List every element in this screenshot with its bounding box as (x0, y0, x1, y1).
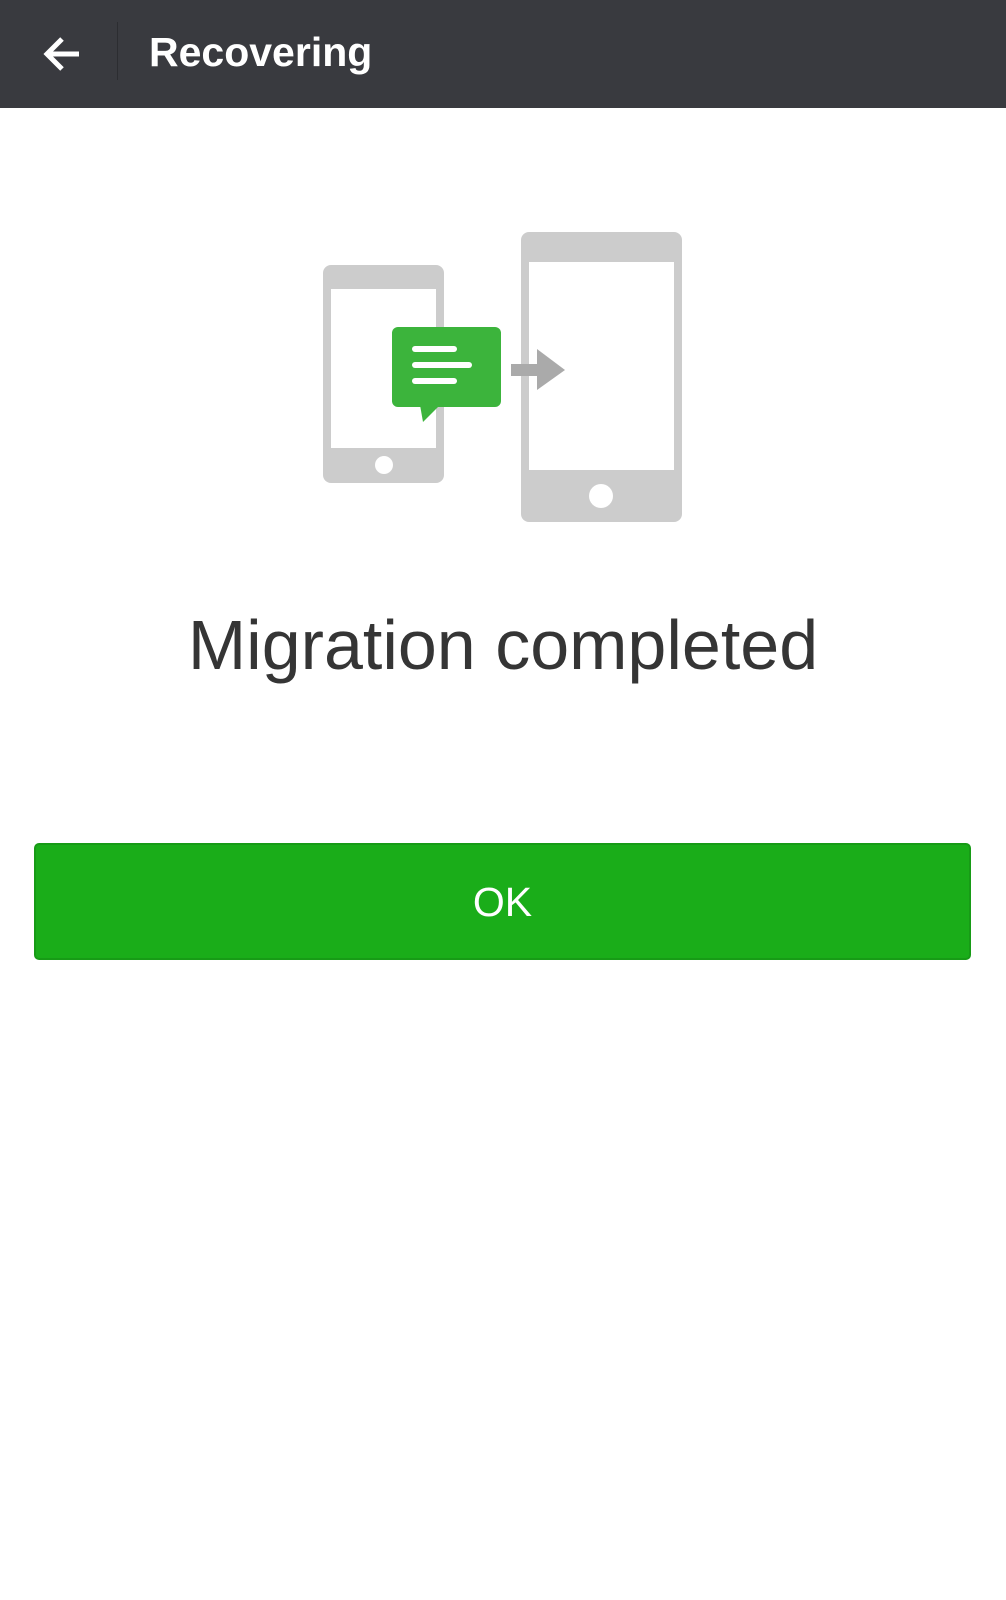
migration-illustration (323, 232, 682, 522)
topbar-divider (117, 22, 118, 80)
top-bar: Recovering (0, 0, 1006, 108)
app-screen: Recovering Migration completed OK (0, 0, 1006, 1600)
ok-button-label: OK (472, 878, 533, 925)
ok-button[interactable]: OK (34, 843, 971, 960)
back-button[interactable] (22, 14, 102, 94)
page-title: Recovering (149, 29, 373, 75)
status-title: Migration completed (187, 606, 819, 684)
arrow-left-icon (43, 37, 79, 71)
